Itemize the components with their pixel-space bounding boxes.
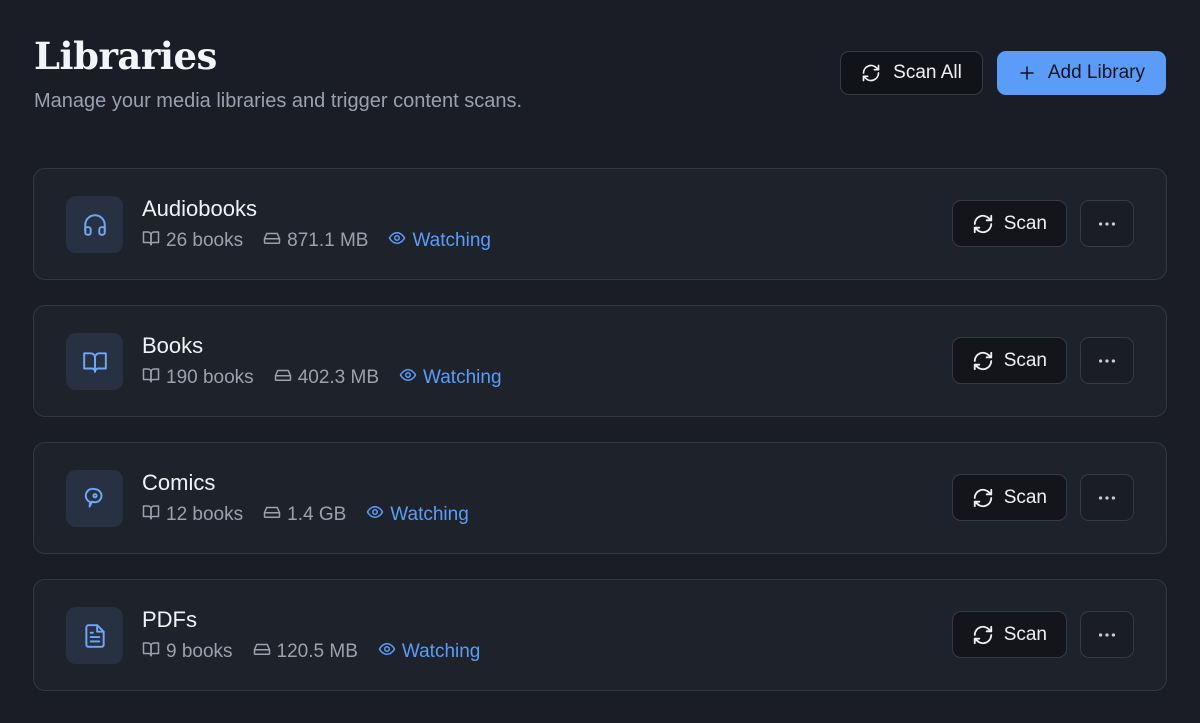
scan-button[interactable]: Scan [951,337,1067,384]
library-name: PDFs [142,607,197,632]
more-options-button[interactable] [1080,200,1134,247]
watch-status-label: Watching [423,367,502,388]
more-options-button[interactable] [1080,611,1134,658]
library-meta: 9 books 120.5 MB Watching [142,640,480,664]
more-horizontal-icon [1096,487,1118,509]
hard-drive-icon [253,640,271,664]
hard-drive-icon [263,229,281,253]
storage-size: 871.1 MB [263,229,368,253]
book-icon [142,640,160,664]
library-list: Audiobooks 26 books 871.1 MB Watching Sc… [33,168,1167,716]
plus-icon [1018,64,1036,82]
library-name: Books [142,333,204,358]
library-card-books[interactable]: Books 190 books 402.3 MB Watching Scan [33,305,1167,417]
book-count: 190 books [142,366,254,390]
library-meta: 12 books 1.4 GB Watching [142,503,469,527]
book-count-label: 26 books [166,230,244,251]
eye-icon [388,229,406,253]
scan-button[interactable]: Scan [951,200,1067,247]
scan-label: Scan [1003,623,1047,645]
page-title: Libraries [34,34,217,78]
card-actions: Scan [951,611,1134,658]
scan-all-button[interactable]: Scan All [840,51,983,95]
library-name: Comics [142,470,216,495]
scan-all-label: Scan All [893,62,962,83]
hard-drive-icon [263,503,281,527]
storage-size-label: 120.5 MB [276,641,358,662]
page-header: Libraries Manage your media libraries an… [34,30,1166,130]
refresh-icon [972,487,994,509]
scan-button[interactable]: Scan [951,474,1067,521]
library-meta: 190 books 402.3 MB Watching [142,366,502,390]
scan-button[interactable]: Scan [951,611,1067,658]
storage-size: 120.5 MB [253,640,358,664]
watch-status-label: Watching [412,230,491,251]
refresh-icon [972,624,994,646]
book-icon [142,503,160,527]
storage-size-label: 871.1 MB [287,230,369,251]
hard-drive-icon [274,366,292,390]
scan-label: Scan [1003,486,1047,508]
watch-status: Watching [378,640,481,664]
refresh-icon [972,213,994,235]
watch-status-label: Watching [390,504,469,525]
page-subtitle: Manage your media libraries and trigger … [34,90,523,112]
scan-label: Scan [1003,212,1047,234]
storage-size-label: 402.3 MB [297,367,380,388]
eye-icon [366,503,384,527]
book-icon [142,229,160,253]
add-library-label: Add Library [1047,62,1145,83]
storage-size: 402.3 MB [274,366,379,390]
card-actions: Scan [951,337,1134,384]
more-options-button[interactable] [1080,337,1134,384]
speech-bubble-icon [66,470,123,527]
watch-status: Watching [399,366,502,390]
book-count-label: 12 books [166,504,244,525]
library-name: Audiobooks [142,196,257,221]
watch-status-label: Watching [401,641,481,662]
more-options-button[interactable] [1080,474,1134,521]
eye-icon [378,640,396,664]
library-card-comics[interactable]: Comics 12 books 1.4 GB Watching Scan [33,442,1167,554]
book-count: 26 books [142,229,243,253]
card-actions: Scan [951,474,1134,521]
add-library-button[interactable]: Add Library [996,51,1166,95]
header-actions: Scan All Add Library [840,51,1166,95]
library-card-pdfs[interactable]: PDFs 9 books 120.5 MB Watching Scan [33,579,1167,691]
library-card-audiobooks[interactable]: Audiobooks 26 books 871.1 MB Watching Sc… [33,168,1167,280]
eye-icon [399,366,417,390]
storage-size: 1.4 GB [263,503,346,527]
book-count: 9 books [142,640,233,664]
book-count: 12 books [142,503,243,527]
storage-size-label: 1.4 GB [287,504,347,525]
library-meta: 26 books 871.1 MB Watching [142,229,491,253]
watch-status: Watching [388,229,491,253]
more-horizontal-icon [1096,624,1118,646]
book-count-label: 9 books [166,641,233,662]
scan-label: Scan [1003,349,1047,371]
headphones-icon [66,196,123,253]
refresh-icon [972,350,994,372]
book-icon [142,366,160,390]
more-horizontal-icon [1096,350,1118,372]
refresh-icon [861,63,881,83]
book-count-label: 190 books [166,367,254,388]
document-icon [66,607,123,664]
watch-status: Watching [366,503,469,527]
open-book-icon [66,333,123,390]
more-horizontal-icon [1096,213,1118,235]
card-actions: Scan [951,200,1134,247]
